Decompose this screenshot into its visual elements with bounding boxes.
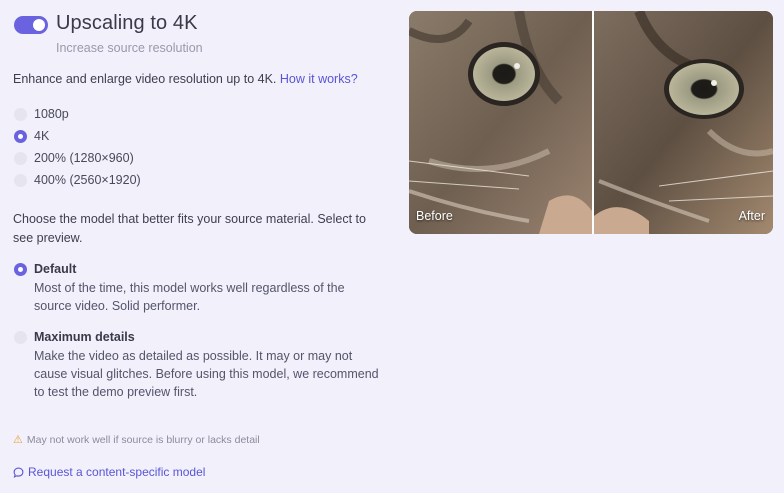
cat-preview-image bbox=[409, 11, 773, 234]
resolution-option-200[interactable]: 200% (1280×960) bbox=[14, 151, 134, 165]
radio-button-selected[interactable] bbox=[14, 129, 27, 143]
model-option-default[interactable]: Default Most of the time, this model wor… bbox=[14, 262, 384, 315]
chat-bubble-icon bbox=[13, 467, 24, 478]
model-prompt: Choose the model that better fits your s… bbox=[13, 212, 366, 245]
panel-subtitle: Increase source resolution bbox=[56, 41, 203, 55]
radio-label: 400% (2560×1920) bbox=[34, 173, 141, 187]
comparison-divider[interactable] bbox=[592, 11, 594, 234]
model-title: Maximum details bbox=[34, 330, 135, 344]
resolution-option-400[interactable]: 400% (2560×1920) bbox=[14, 173, 141, 187]
radio-label: 1080p bbox=[34, 107, 69, 121]
model-option-maximum-details[interactable]: Maximum details Make the video as detail… bbox=[14, 330, 384, 401]
resolution-option-4k[interactable]: 4K bbox=[14, 129, 49, 143]
request-model-link[interactable]: Request a content-specific model bbox=[13, 465, 205, 479]
radio-button[interactable] bbox=[14, 330, 27, 344]
warning-icon: ⚠ bbox=[13, 434, 23, 446]
upscaling-panel: Upscaling to 4K Increase source resoluti… bbox=[0, 0, 784, 493]
panel-title: Upscaling to 4K bbox=[56, 12, 198, 34]
after-label: After bbox=[738, 209, 765, 223]
how-it-works-link[interactable]: How it works? bbox=[280, 72, 358, 86]
request-link-text: Request a content-specific model bbox=[28, 465, 206, 479]
radio-button[interactable] bbox=[14, 107, 27, 121]
radio-button[interactable] bbox=[14, 151, 27, 165]
model-description: Make the video as detailed as possible. … bbox=[34, 349, 379, 399]
blur-warning: ⚠ May not work well if source is blurry … bbox=[13, 433, 260, 447]
model-title: Default bbox=[34, 262, 77, 276]
toggle-knob bbox=[33, 19, 45, 31]
radio-label: 4K bbox=[34, 129, 50, 143]
intro-text: Enhance and enlarge video resolution up … bbox=[13, 72, 358, 86]
before-after-preview[interactable]: Before After bbox=[409, 11, 773, 234]
radio-button[interactable] bbox=[14, 173, 27, 187]
intro-description: Enhance and enlarge video resolution up … bbox=[13, 72, 277, 86]
radio-label: 200% (1280×960) bbox=[34, 151, 134, 165]
model-description: Most of the time, this model works well … bbox=[34, 281, 345, 313]
warning-text: May not work well if source is blurry or… bbox=[26, 433, 260, 446]
resolution-option-1080p[interactable]: 1080p bbox=[14, 107, 69, 121]
upscaling-toggle[interactable] bbox=[14, 16, 48, 34]
before-label: Before bbox=[416, 209, 453, 223]
radio-button-selected[interactable] bbox=[14, 262, 27, 276]
